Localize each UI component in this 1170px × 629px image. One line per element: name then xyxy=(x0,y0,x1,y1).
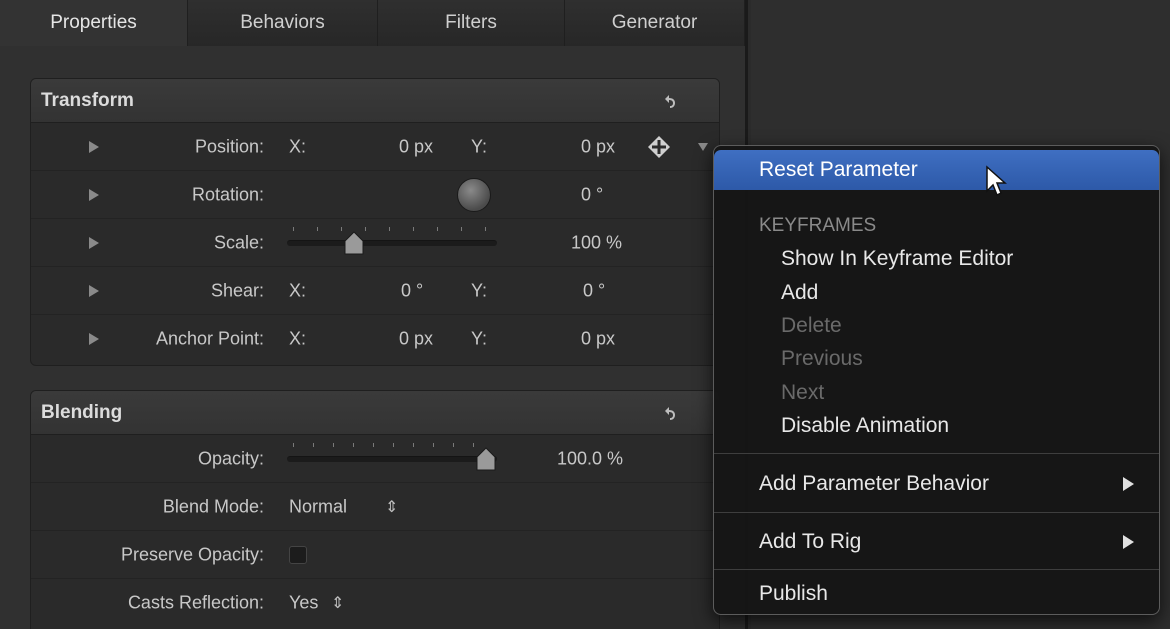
rotation-dial[interactable] xyxy=(457,177,491,212)
disclosure-triangle-icon[interactable] xyxy=(89,188,99,201)
blend-mode-label: Blend Mode: xyxy=(162,496,264,516)
submenu-arrow-icon xyxy=(1123,477,1134,491)
mouse-pointer-icon xyxy=(986,165,1007,197)
position-x-axis: X: xyxy=(289,136,307,156)
menu-separator xyxy=(714,453,1159,454)
anchor-point-row: Anchor Point: X: 0 px Y: 0 px xyxy=(31,315,719,363)
blending-title: Blending xyxy=(41,401,123,423)
tab-properties[interactable]: Properties xyxy=(0,0,188,46)
add-to-rig-label: Add To Rig xyxy=(759,530,862,553)
menu-item-publish[interactable]: Publish xyxy=(714,578,1159,610)
keyframe-diamond-icon[interactable] xyxy=(647,135,671,159)
position-row: Position: X: 0 px Y: 0 px xyxy=(31,123,719,171)
anchor-y-value[interactable]: 0 px xyxy=(581,329,615,350)
scale-label: Scale: xyxy=(213,232,264,252)
menu-item-delete: Delete xyxy=(781,314,842,337)
submenu-arrow-icon xyxy=(1123,535,1134,549)
opacity-label: Opacity: xyxy=(197,448,264,468)
menu-item-disable-animation[interactable]: Disable Animation xyxy=(714,410,1159,442)
shear-row: Shear: X: 0 ° Y: 0 ° xyxy=(31,267,719,315)
anchor-y-axis: Y: xyxy=(471,328,488,349)
casts-reflection-label: Casts Reflection: xyxy=(127,592,264,613)
position-x-value[interactable]: 0 px xyxy=(399,136,433,157)
scale-value[interactable]: 100 % xyxy=(571,232,622,253)
shear-y-value[interactable]: 0 ° xyxy=(583,280,605,301)
rotation-label: Rotation: xyxy=(191,184,264,204)
scale-slider-thumb[interactable] xyxy=(343,230,365,255)
tab-filters[interactable]: Filters xyxy=(378,0,565,46)
opacity-row: Opacity: 100.0 % xyxy=(31,435,719,483)
disclosure-triangle-icon[interactable] xyxy=(89,333,99,345)
tab-behaviors[interactable]: Behaviors xyxy=(188,0,378,46)
transform-header[interactable]: Transform xyxy=(31,79,719,123)
preserve-opacity-checkbox[interactable] xyxy=(289,545,307,564)
menu-item-next: Next xyxy=(781,381,825,404)
blend-mode-select[interactable]: Normal xyxy=(289,496,347,517)
shear-label: Shear: xyxy=(210,280,264,300)
menu-item-show-in-keyframe-editor[interactable]: Show In Keyframe Editor xyxy=(714,243,1159,275)
menu-header-keyframes: KEYFRAMES xyxy=(759,215,877,236)
menu-separator xyxy=(714,569,1159,570)
position-y-value[interactable]: 0 px xyxy=(581,136,615,157)
casts-reflection-select[interactable]: Yes xyxy=(289,593,318,614)
opacity-slider-ticks xyxy=(293,442,493,447)
anchor-x-axis: X: xyxy=(289,328,307,349)
opacity-slider-track[interactable] xyxy=(287,455,497,462)
blend-mode-row: Blend Mode: Normal ⇕ xyxy=(31,483,719,531)
preserve-opacity-label: Preserve Opacity: xyxy=(120,544,264,564)
disclosure-triangle-icon[interactable] xyxy=(89,284,99,297)
inspector-panel: Properties Behaviors Filters Generator T… xyxy=(0,0,748,629)
reset-arrow-icon[interactable] xyxy=(659,403,679,423)
rotation-value[interactable]: 0 ° xyxy=(581,184,603,205)
opacity-value[interactable]: 100.0 % xyxy=(557,448,623,469)
menu-item-previous: Previous xyxy=(781,347,863,370)
rotation-row: Rotation: 0 ° xyxy=(31,171,719,219)
shear-y-axis: Y: xyxy=(471,280,488,300)
menu-item-reset-parameter[interactable]: Reset Parameter xyxy=(714,150,1159,190)
opacity-slider-thumb[interactable] xyxy=(475,446,497,471)
blending-header[interactable]: Blending xyxy=(31,391,719,435)
disclosure-triangle-icon[interactable] xyxy=(89,236,99,249)
inspector-tabs: Properties Behaviors Filters Generator xyxy=(0,0,745,46)
blending-group: Blending Opacity: 100.0 % Blend Mode: No… xyxy=(30,390,720,629)
menu-separator xyxy=(714,512,1159,513)
chevron-down-icon[interactable] xyxy=(697,142,709,152)
menu-item-add-to-rig[interactable]: Add To Rig xyxy=(714,526,1159,558)
shear-x-value[interactable]: 0 ° xyxy=(401,280,423,301)
tab-generator[interactable]: Generator xyxy=(565,0,745,46)
menu-item-add-parameter-behavior[interactable]: Add Parameter Behavior xyxy=(714,468,1159,500)
transform-group: Transform Position: X: 0 px Y: 0 px Rota… xyxy=(30,78,720,366)
updown-arrows-icon[interactable]: ⇕ xyxy=(331,593,344,613)
parameter-context-menu: Reset Parameter KEYFRAMES Show In Keyfra… xyxy=(713,145,1160,615)
scale-slider-ticks xyxy=(293,226,493,231)
disclosure-triangle-icon[interactable] xyxy=(89,140,99,153)
casts-reflection-row: Casts Reflection: Yes ⇕ xyxy=(31,579,719,627)
anchor-point-label: Anchor Point: xyxy=(155,328,264,349)
scale-slider-track[interactable] xyxy=(287,239,497,246)
anchor-x-value[interactable]: 0 px xyxy=(399,329,433,350)
transform-title: Transform xyxy=(41,89,134,111)
scale-row: Scale: 100 % xyxy=(31,219,719,267)
add-parameter-behavior-label: Add Parameter Behavior xyxy=(759,472,989,495)
reset-arrow-icon[interactable] xyxy=(659,91,679,111)
preserve-opacity-row: Preserve Opacity: xyxy=(31,531,719,579)
updown-arrows-icon[interactable]: ⇕ xyxy=(385,497,398,517)
menu-item-add[interactable]: Add xyxy=(714,277,1159,309)
shear-x-axis: X: xyxy=(289,280,307,300)
position-label: Position: xyxy=(194,136,264,156)
position-y-axis: Y: xyxy=(471,136,488,156)
